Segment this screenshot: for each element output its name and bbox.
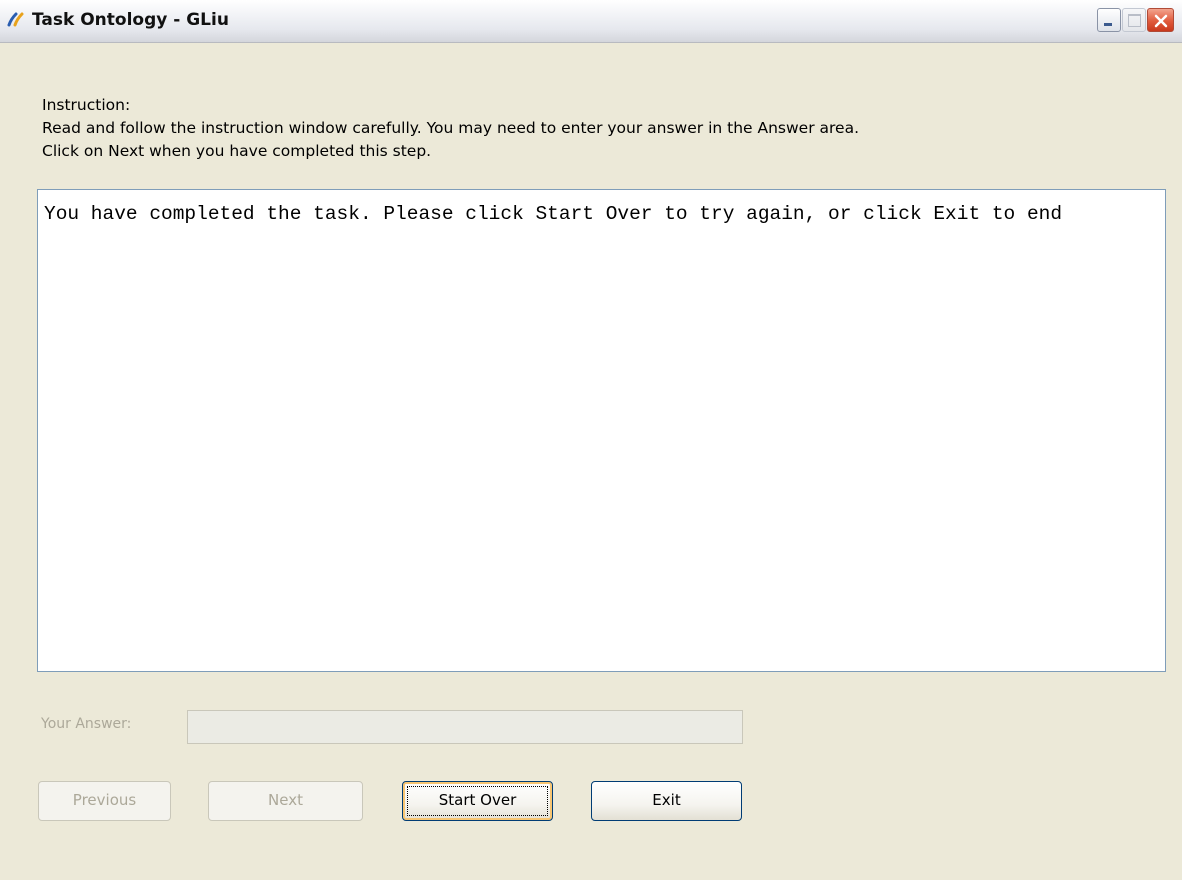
close-icon <box>1154 14 1168 28</box>
window-title: Task Ontology - GLiu <box>32 10 229 30</box>
title-bar[interactable]: Task Ontology - GLiu <box>0 0 1182 43</box>
minimize-button[interactable] <box>1097 8 1121 32</box>
exit-button-label: Exit <box>652 791 681 809</box>
application-window: Task Ontology - GLiu Instruction: Read a… <box>0 0 1182 880</box>
next-button[interactable]: Next <box>208 781 363 821</box>
maximize-button[interactable] <box>1122 8 1146 32</box>
start-over-button-label: Start Over <box>438 791 517 809</box>
double-slash-logo-icon <box>6 11 26 29</box>
answer-input[interactable] <box>187 710 743 744</box>
start-over-button[interactable]: Start Over <box>402 781 553 821</box>
previous-button-label: Previous <box>72 791 137 809</box>
instruction-line-2: Click on Next when you have completed th… <box>42 142 432 160</box>
answer-label: Your Answer: <box>41 716 132 732</box>
exit-button[interactable]: Exit <box>591 781 742 821</box>
instruction-heading: Instruction: <box>42 96 131 114</box>
next-button-label: Next <box>268 791 303 809</box>
instruction-output-area[interactable]: You have completed the task. Please clic… <box>37 189 1166 672</box>
instruction-line-1: Read and follow the instruction window c… <box>42 119 859 137</box>
close-button[interactable] <box>1147 8 1174 32</box>
instruction-panel: Instruction: Read and follow the instruc… <box>42 94 1162 163</box>
previous-button[interactable]: Previous <box>38 781 171 821</box>
